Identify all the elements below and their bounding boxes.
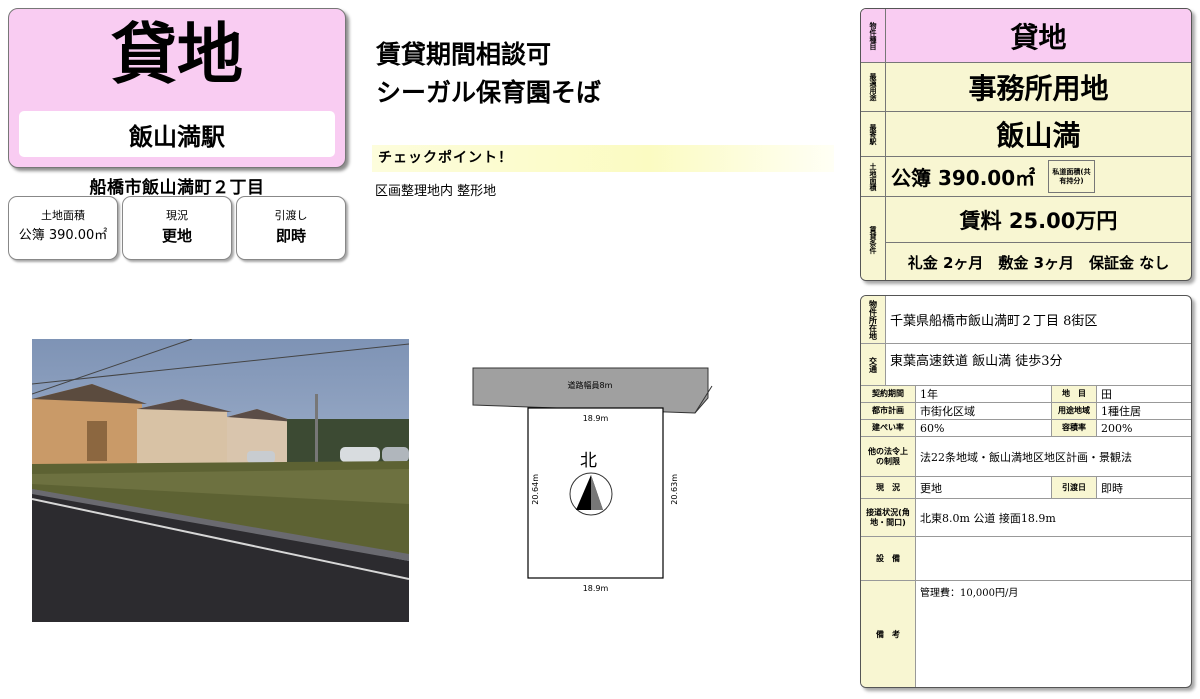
top-width-label: 18.9m — [582, 414, 609, 423]
north-label: 北 — [580, 451, 597, 471]
area-value: 公簿 390.00㎡ — [891, 166, 1036, 190]
info-label: 引渡し — [274, 209, 308, 222]
info-label: 土地面積 — [41, 209, 85, 222]
road-width-label: 道路幅員8m — [567, 381, 613, 390]
detail-row-facilities: 設 備 — [861, 537, 1191, 581]
detail-row-traffic: 交通 東葉高速鉄道 飯山満 徒歩3分 — [861, 344, 1191, 386]
city-plan-value: 市街化区域 — [920, 405, 975, 418]
info-value: 公簿 390.00㎡ — [18, 228, 108, 243]
bottom-width-label: 18.9m — [582, 584, 609, 593]
title-card: 貸地 飯山満駅 — [8, 8, 346, 168]
area-label: 土地面積 — [861, 157, 886, 196]
traffic-label: 交通 — [861, 344, 886, 385]
road-access-label: 接道状況(角地・間口) — [861, 499, 916, 536]
land-category-value: 田 — [1101, 388, 1112, 401]
summary-table: 物件種目 貸地 最適用途 事務所用地 最寄駅 飯山満 土地面積 公簿 390.0… — [860, 8, 1192, 281]
property-photo — [32, 339, 409, 622]
detail-row-ratios: 建ぺい率 60% 容積率 200% — [861, 420, 1191, 437]
station-label: 最寄駅 — [861, 112, 886, 156]
detail-table: 物件所在地 千葉県船橋市飯山満町２丁目 8街区 交通 東葉高速鉄道 飯山満 徒歩… — [860, 295, 1192, 688]
far-value: 200% — [1101, 421, 1133, 435]
traffic-value: 東葉高速鉄道 飯山満 徒歩3分 — [890, 354, 1063, 369]
info-box-status: 現況 更地 — [122, 196, 232, 260]
rent-label: 賃貸条件 — [861, 197, 886, 280]
status-value: 更地 — [920, 481, 942, 495]
checkpoint-heading: チェックポイント！ — [372, 145, 834, 172]
station-value: 飯山満 — [996, 119, 1081, 152]
facilities-label: 設 備 — [861, 537, 916, 580]
info-value: 更地 — [161, 227, 192, 245]
right-depth-label: 20.63m — [670, 474, 679, 505]
city-plan-label: 都市計画 — [861, 403, 916, 419]
catchcopy-line1: 賃貸期間相談可 — [376, 40, 552, 69]
contract-value: 1年 — [920, 388, 938, 401]
far-label: 容積率 — [1051, 420, 1097, 436]
type-label: 物件種目 — [861, 9, 886, 62]
remarks-value: 管理費：10,000円/月 — [920, 588, 1019, 599]
summary-row-type: 物件種目 貸地 — [861, 9, 1191, 63]
status-label: 現 況 — [861, 477, 916, 498]
contract-label: 契約期間 — [861, 386, 916, 402]
private-road-label: 私道面積(共有持分) — [1048, 160, 1095, 193]
facilities-value — [916, 537, 1191, 580]
handover-label: 引渡日 — [1051, 477, 1097, 498]
rent-value: 賃料 25.00万円 — [959, 208, 1118, 233]
detail-row-status: 現 況 更地 引渡日 即時 — [861, 477, 1191, 499]
address-line: 船橋市飯山満町２丁目 — [89, 178, 265, 198]
catchcopy-line2: シーガル保育園そば — [376, 78, 602, 107]
handover-value: 即時 — [1101, 481, 1123, 495]
summary-row-rent: 賃貸条件 賃料 25.00万円 礼金 2ヶ月 敷金 3ヶ月 保証金 なし — [861, 197, 1191, 280]
property-type-title: 貸地 — [111, 15, 243, 93]
detail-row-location: 物件所在地 千葉県船橋市飯山満町２丁目 8街区 — [861, 296, 1191, 344]
restrictions-label: 他の法令上の制限 — [861, 437, 916, 476]
type-value: 貸地 — [1010, 20, 1067, 54]
info-value: 即時 — [275, 227, 306, 245]
remarks-label: 備 考 — [861, 581, 916, 687]
use-value: 事務所用地 — [968, 72, 1109, 105]
detail-row-remarks: 備 考 管理費：10,000円/月 — [861, 581, 1191, 687]
summary-row-station: 最寄駅 飯山満 — [861, 112, 1191, 157]
detail-row-road: 接道状況(角地・間口) 北東8.0m 公道 接面18.9m — [861, 499, 1191, 537]
rent-conditions: 礼金 2ヶ月 敷金 3ヶ月 保証金 なし — [907, 253, 1170, 272]
left-depth-label: 20.64m — [531, 474, 540, 505]
detail-row-restrictions: 他の法令上の制限 法22条地域・飯山満地区地区計画・景観法 — [861, 437, 1191, 477]
land-category-label: 地 目 — [1051, 386, 1097, 402]
info-label: 現況 — [166, 209, 188, 222]
road-access-value: 北東8.0m 公道 接面18.9m — [920, 511, 1056, 525]
location-label: 物件所在地 — [861, 296, 886, 343]
bcr-label: 建ぺい率 — [861, 420, 916, 436]
summary-row-use: 最適用途 事務所用地 — [861, 63, 1191, 112]
checkpoint-text: 区画整理地内 整形地 — [375, 184, 497, 199]
site-plan: 道路幅員8m 18.9m 18.9m 20.64m 20.63m 北 — [440, 358, 740, 608]
station-name: 飯山満駅 — [19, 111, 335, 157]
zoning-value: 1種住居 — [1101, 405, 1141, 418]
zoning-label: 用途地域 — [1051, 403, 1097, 419]
catchcopy: 賃貸期間相談可 シーガル保育園そば — [376, 36, 601, 112]
info-box-land-area: 土地面積 公簿 390.00㎡ — [8, 196, 118, 260]
info-box-handover: 引渡し 即時 — [236, 196, 346, 260]
use-label: 最適用途 — [861, 63, 886, 111]
bcr-value: 60% — [920, 421, 945, 435]
summary-row-area: 土地面積 公簿 390.00㎡ 私道面積(共有持分) — [861, 157, 1191, 197]
detail-row-contract: 契約期間 1年 地 目 田 — [861, 386, 1191, 403]
restrictions-value: 法22条地域・飯山満地区地区計画・景観法 — [920, 450, 1132, 464]
detail-row-city-plan: 都市計画 市街化区域 用途地域 1種住居 — [861, 403, 1191, 420]
location-value: 千葉県船橋市飯山満町２丁目 8街区 — [890, 314, 1098, 329]
